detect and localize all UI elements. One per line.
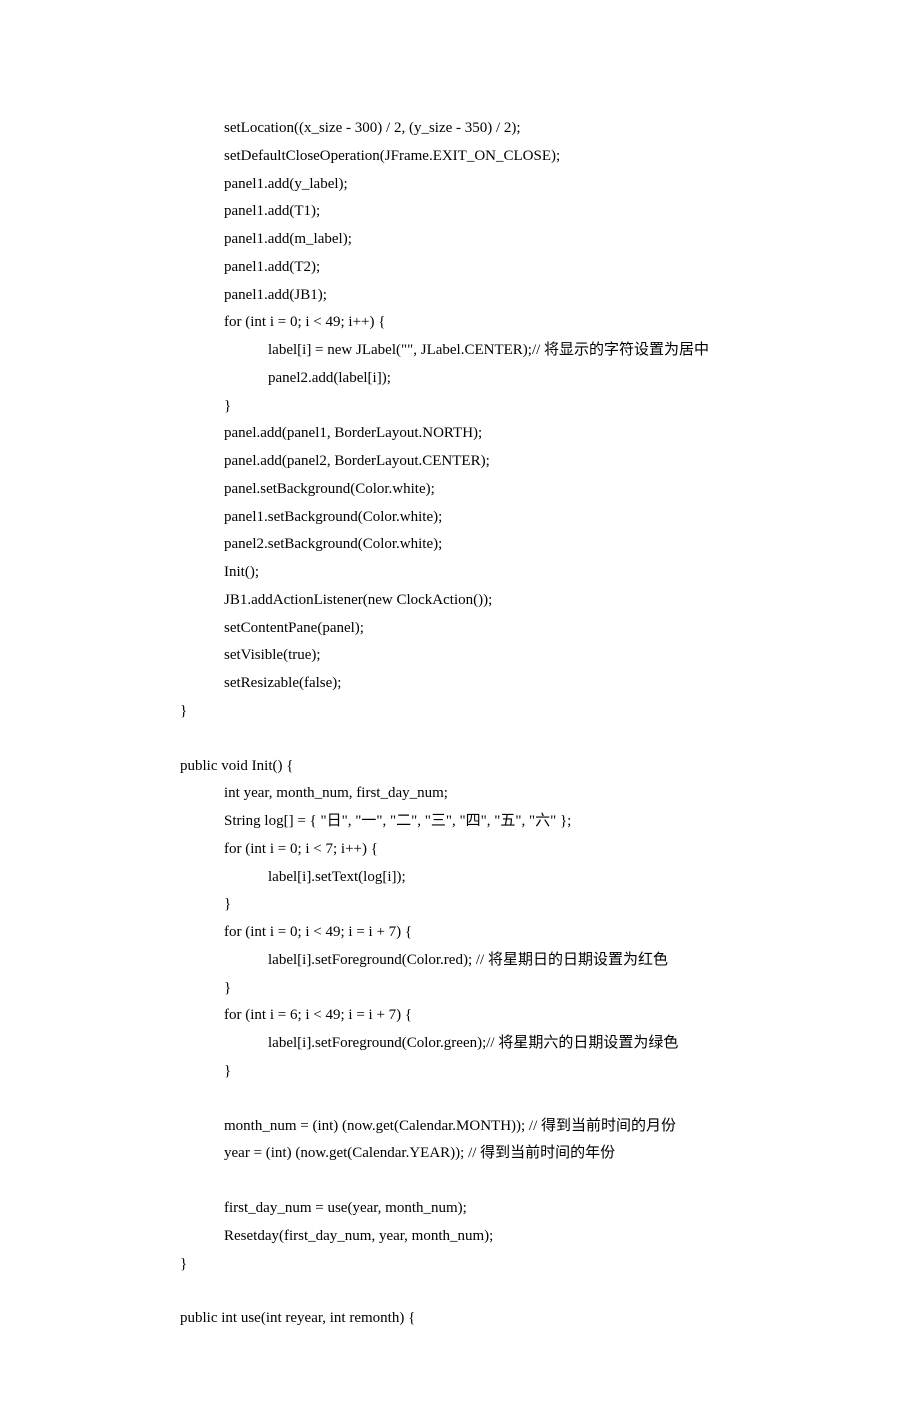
code-line: panel1.setBackground(Color.white);	[180, 504, 830, 532]
code-line: }	[180, 698, 830, 726]
code-line: setResizable(false);	[180, 670, 830, 698]
code-line: String log[] = { "日", "一", "二", "三", "四"…	[180, 808, 830, 836]
code-line: panel1.add(m_label);	[180, 226, 830, 254]
code-line: public void Init() {	[180, 753, 830, 781]
blank-line	[180, 1278, 830, 1305]
code-line: label[i].setText(log[i]);	[180, 864, 830, 892]
code-line: panel2.add(label[i]);	[180, 365, 830, 393]
code-line: for (int i = 0; i < 7; i++) {	[180, 836, 830, 864]
code-line: for (int i = 0; i < 49; i = i + 7) {	[180, 919, 830, 947]
code-line: }	[180, 891, 830, 919]
code-line: panel1.add(y_label);	[180, 171, 830, 199]
code-line: panel1.add(JB1);	[180, 282, 830, 310]
code-line: label[i] = new JLabel("", JLabel.CENTER)…	[180, 337, 830, 365]
code-line: }	[180, 1251, 830, 1279]
code-line: setContentPane(panel);	[180, 615, 830, 643]
code-line: panel1.add(T1);	[180, 198, 830, 226]
code-line: panel.add(panel2, BorderLayout.CENTER);	[180, 448, 830, 476]
blank-line	[180, 1086, 830, 1113]
code-line: setDefaultCloseOperation(JFrame.EXIT_ON_…	[180, 143, 830, 171]
code-line: year = (int) (now.get(Calendar.YEAR)); /…	[180, 1140, 830, 1168]
code-line: public int use(int reyear, int remonth) …	[180, 1305, 830, 1333]
code-line: panel1.add(T2);	[180, 254, 830, 282]
code-line: Resetday(first_day_num, year, month_num)…	[180, 1223, 830, 1251]
code-line: panel2.setBackground(Color.white);	[180, 531, 830, 559]
blank-line	[180, 1168, 830, 1195]
code-line: JB1.addActionListener(new ClockAction())…	[180, 587, 830, 615]
code-line: }	[180, 975, 830, 1003]
blank-line	[180, 726, 830, 753]
code-line: label[i].setForeground(Color.green);// 将…	[180, 1030, 830, 1058]
code-line: setVisible(true);	[180, 642, 830, 670]
code-line: panel.setBackground(Color.white);	[180, 476, 830, 504]
code-line: label[i].setForeground(Color.red); // 将星…	[180, 947, 830, 975]
code-content: setLocation((x_size - 300) / 2, (y_size …	[180, 115, 830, 1333]
code-line: month_num = (int) (now.get(Calendar.MONT…	[180, 1113, 830, 1141]
code-line: }	[180, 393, 830, 421]
code-line: }	[180, 1058, 830, 1086]
code-line: for (int i = 0; i < 49; i++) {	[180, 309, 830, 337]
code-line: setLocation((x_size - 300) / 2, (y_size …	[180, 115, 830, 143]
code-line: first_day_num = use(year, month_num);	[180, 1195, 830, 1223]
code-line: Init();	[180, 559, 830, 587]
code-line: for (int i = 6; i < 49; i = i + 7) {	[180, 1002, 830, 1030]
code-line: int year, month_num, first_day_num;	[180, 780, 830, 808]
code-line: panel.add(panel1, BorderLayout.NORTH);	[180, 420, 830, 448]
